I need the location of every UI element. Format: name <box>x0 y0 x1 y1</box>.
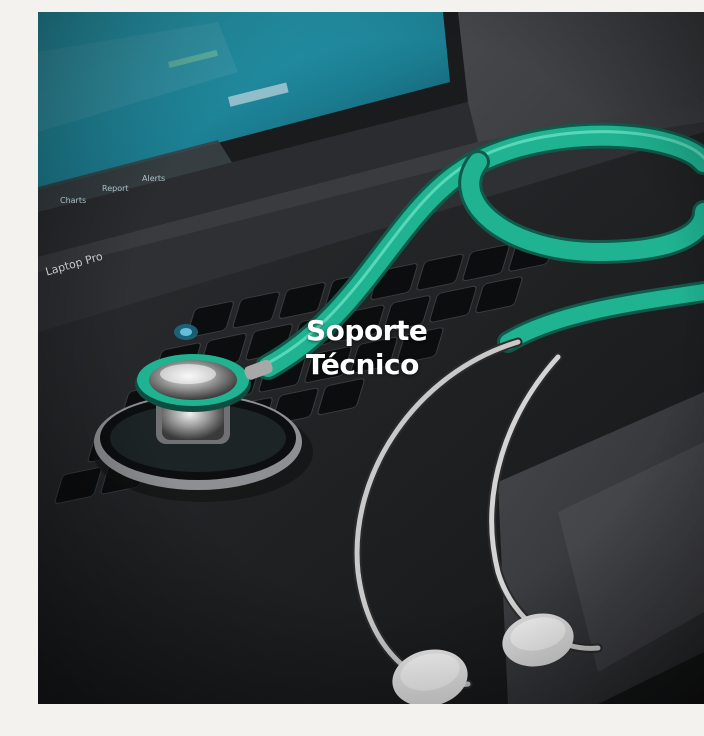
hero-title-line-2: Técnico <box>306 348 419 381</box>
screen-label-report: Report <box>102 184 129 193</box>
screen-label-charts: Charts <box>60 196 87 205</box>
hero-title[interactable]: Soporte Técnico <box>306 314 428 382</box>
hero-title-line-1: Soporte <box>306 314 428 347</box>
screen-label-alerts: Alerts <box>142 174 166 183</box>
hero-image-card[interactable]: Charts Report Alerts Laptop Pro Soporte … <box>38 12 704 704</box>
